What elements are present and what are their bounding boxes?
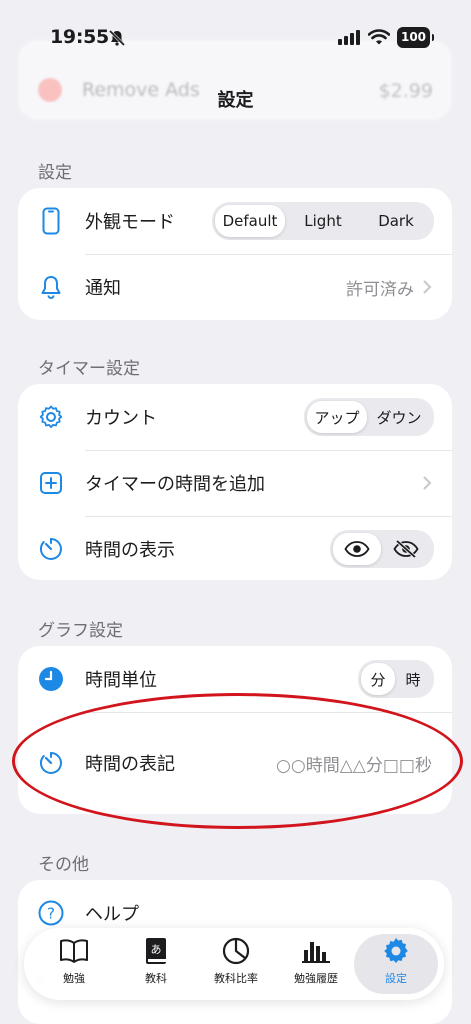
tab-study-label: 勉強: [63, 972, 85, 985]
phone-icon: [38, 207, 64, 235]
timer-icon: [38, 750, 64, 776]
time-unit-row: 時間単位 分 時: [18, 646, 452, 712]
notification-label: 通知: [85, 278, 121, 299]
page-title: 設定: [217, 90, 254, 111]
add-timer-time-row[interactable]: タイマーの時間を追加: [18, 450, 452, 516]
appearance-option-dark[interactable]: Dark: [361, 205, 431, 237]
bell-slash-icon: [108, 29, 126, 47]
show-time-option-hidden[interactable]: [381, 533, 431, 565]
add-timer-time-label: タイマーの時間を追加: [85, 474, 265, 495]
tab-settings[interactable]: 設定: [354, 934, 438, 994]
count-segmented-control: アップ ダウン: [304, 398, 434, 436]
appearance-option-default[interactable]: Default: [215, 205, 285, 237]
time-unit-segmented-control: 分 時: [358, 660, 434, 698]
section-header-graph: グラフ設定: [38, 621, 123, 641]
time-format-row[interactable]: 時間の表記 ○○時間△△分□□秒: [18, 730, 452, 796]
section-header-other: その他: [38, 855, 89, 875]
notification-row[interactable]: 通知 許可済み: [18, 254, 452, 320]
show-time-row: 時間の表示: [18, 516, 452, 582]
tab-subject-ratio[interactable]: 教科比率: [196, 934, 276, 994]
appearance-mode-label: 外観モード: [85, 212, 175, 233]
section-header-settings: 設定: [38, 163, 72, 183]
tab-study-history[interactable]: 勉強履歴: [276, 934, 356, 994]
tab-study-history-label: 勉強履歴: [294, 972, 338, 985]
time-unit-option-hour[interactable]: 時: [395, 663, 431, 695]
notification-value: 許可済み: [346, 279, 414, 300]
wifi-icon: [368, 29, 390, 45]
tab-subjects[interactable]: あ 教科: [116, 934, 196, 994]
gear-icon: [381, 934, 411, 968]
show-time-option-visible[interactable]: [333, 533, 381, 565]
timer-settings-card: カウント アップ ダウン タイマーの時間を追加 時間の表示: [18, 384, 452, 580]
tab-subject-ratio-label: 教科比率: [214, 972, 258, 985]
clock-icon: [38, 666, 64, 692]
status-time: 19:55: [50, 26, 109, 48]
time-format-label: 時間の表記: [85, 754, 175, 775]
eye-icon: [344, 541, 370, 557]
section-header-timer: タイマー設定: [38, 359, 140, 379]
plus-square-icon: [38, 470, 64, 496]
timer-icon: [38, 536, 64, 562]
tab-subjects-label: 教科: [145, 972, 167, 985]
status-bar: 19:55 100: [0, 0, 471, 74]
chevron-right-icon: [423, 280, 432, 294]
count-option-up[interactable]: アップ: [307, 401, 367, 433]
svg-text:あ: あ: [151, 943, 162, 956]
appearance-option-light[interactable]: Light: [285, 205, 361, 237]
appearance-mode-segmented-control: Default Light Dark: [212, 202, 434, 240]
graph-settings-card: 時間単位 分 時 時間の表記 ○○時間△△分□□秒: [18, 646, 452, 814]
textbook-icon: あ: [144, 934, 168, 968]
svg-text:?: ?: [47, 905, 55, 923]
tab-bar: 勉強 あ 教科 教科比率 勉強履歴 設定: [24, 928, 444, 1000]
time-unit-option-minute[interactable]: 分: [361, 663, 395, 695]
gear-icon: [38, 404, 64, 430]
eye-slash-icon: [393, 540, 419, 558]
cellular-signal-icon: [338, 29, 360, 45]
pie-chart-icon: [222, 934, 250, 968]
show-time-segmented-control: [330, 530, 434, 568]
count-row: カウント アップ ダウン: [18, 384, 452, 450]
tab-study[interactable]: 勉強: [34, 934, 114, 994]
tab-settings-label: 設定: [385, 972, 407, 985]
bar-chart-icon: [301, 934, 331, 968]
help-label: ヘルプ: [85, 904, 139, 925]
book-icon: [59, 934, 89, 968]
question-circle-icon: ?: [38, 900, 64, 926]
settings-card: 外観モード Default Light Dark 通知 許可済み: [18, 188, 452, 320]
chevron-right-icon: [423, 476, 432, 490]
time-unit-label: 時間単位: [85, 670, 157, 691]
appearance-mode-row: 外観モード Default Light Dark: [18, 188, 452, 254]
time-format-value: ○○時間△△分□□秒: [276, 755, 432, 776]
battery-indicator: 100: [397, 27, 434, 48]
divider: [85, 712, 452, 713]
count-option-down[interactable]: ダウン: [367, 401, 431, 433]
bell-icon: [38, 274, 64, 300]
count-label: カウント: [85, 408, 157, 429]
show-time-label: 時間の表示: [85, 540, 175, 561]
